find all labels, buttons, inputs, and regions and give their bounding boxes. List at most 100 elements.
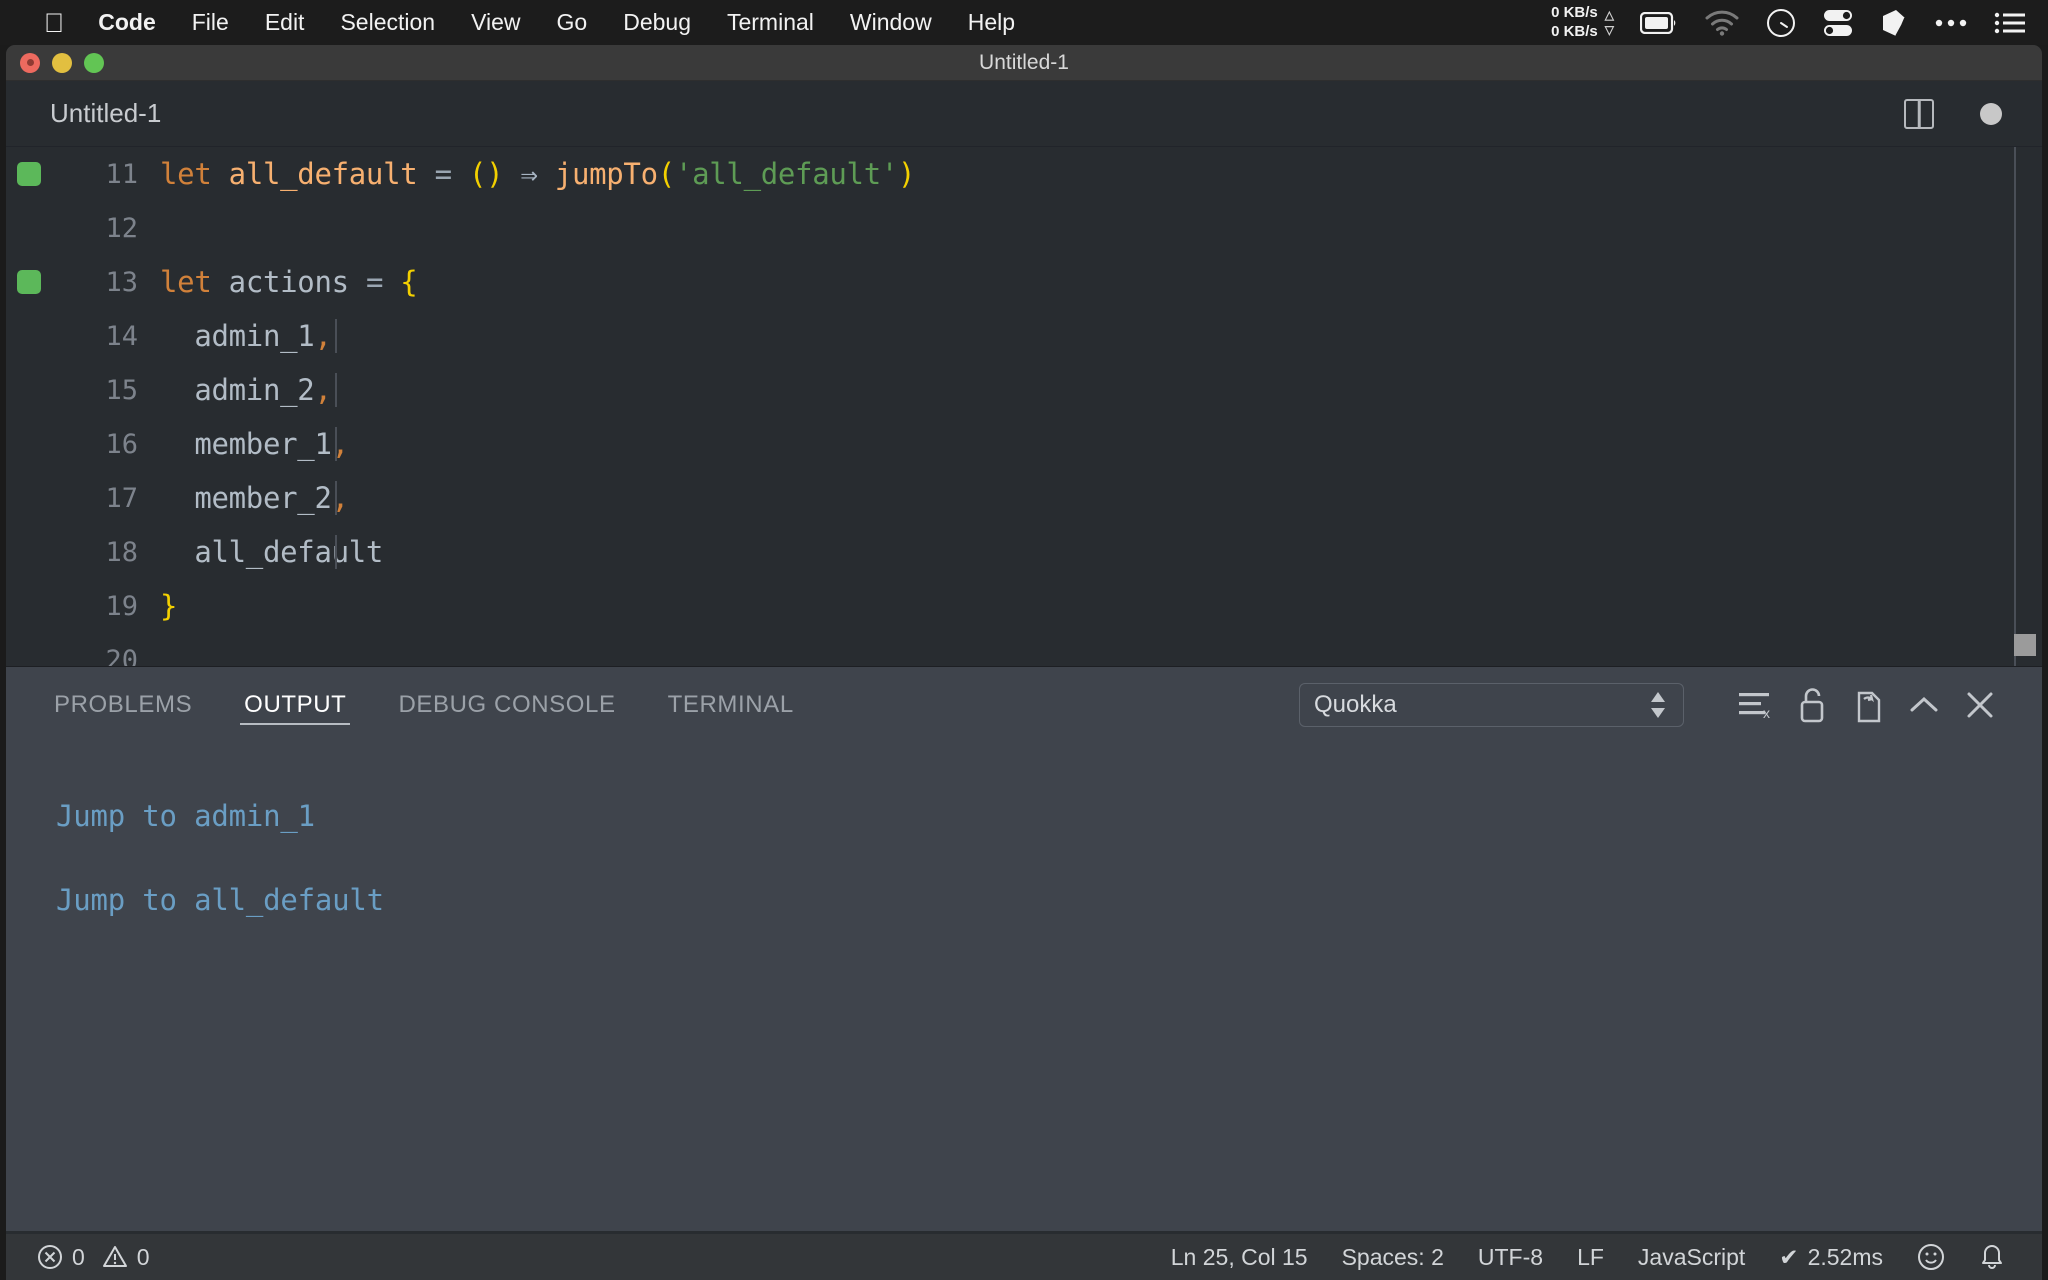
menu-item-edit[interactable]: Edit	[247, 0, 323, 45]
line-number: 17	[105, 482, 138, 514]
code-token: member_1	[194, 427, 332, 461]
menu-item-go[interactable]: Go	[539, 0, 606, 45]
output-panel-content[interactable]: Jump to admin_1 Jump to all_default	[6, 743, 2042, 1231]
close-panel-icon[interactable]	[1952, 677, 2008, 733]
line-number: 12	[105, 212, 138, 244]
menu-item-view[interactable]: View	[453, 0, 538, 45]
code-line[interactable]: 12	[6, 201, 2042, 255]
code-token: all_default	[228, 157, 418, 191]
line-number: 11	[105, 158, 138, 190]
indentation-setting[interactable]: Spaces: 2	[1325, 1244, 1461, 1271]
line-number: 13	[105, 266, 138, 298]
panel-tab-debug-console[interactable]: DEBUG CONSOLE	[394, 667, 619, 743]
error-circle-icon	[38, 1245, 62, 1269]
line-number: 16	[105, 428, 138, 460]
code-token: ,	[314, 319, 332, 353]
code-text: }	[160, 589, 2042, 623]
coverage-gutter[interactable]	[6, 162, 52, 186]
code-token: 'all_default'	[674, 157, 899, 191]
code-line[interactable]: 20	[6, 633, 2042, 667]
code-text: member_1,	[160, 427, 2042, 461]
clear-output-icon[interactable]: x	[1728, 677, 1784, 733]
unlock-scroll-icon[interactable]	[1784, 677, 1840, 733]
shape-icon[interactable]	[1880, 8, 1908, 38]
language-mode[interactable]: JavaScript	[1621, 1244, 1762, 1271]
select-spinner-icon	[1649, 690, 1667, 720]
feedback-smiley-icon[interactable]	[1900, 1243, 1962, 1271]
editor-tab-untitled-1[interactable]: Untitled-1	[6, 81, 188, 146]
unsaved-dot-icon[interactable]	[1980, 102, 2002, 125]
output-channel-select[interactable]: Quokka	[1299, 683, 1684, 727]
download-triangle-icon: ▽	[1604, 22, 1614, 37]
battery-icon[interactable]	[1640, 11, 1678, 34]
code-line[interactable]: 16 member_1,	[6, 417, 2042, 471]
apple-logo-icon[interactable]: 	[28, 3, 80, 43]
line-number: 15	[105, 374, 138, 406]
menu-item-window[interactable]: Window	[832, 0, 950, 45]
maximize-panel-icon[interactable]	[1896, 677, 1952, 733]
wifi-icon[interactable]	[1704, 10, 1740, 36]
editor-tab-actions	[1904, 98, 2042, 129]
eol-setting[interactable]: LF	[1560, 1244, 1621, 1271]
bottom-panel: PROBLEMS OUTPUT DEBUG CONSOLE TERMINAL Quok…	[6, 666, 2042, 1231]
output-channel-value: Quokka	[1314, 691, 1397, 718]
cursor-position[interactable]: Ln 25, Col 15	[1154, 1244, 1325, 1271]
code-editor[interactable]: 11 let all_default = () ⇒ jumpTo('all_def…	[6, 147, 2042, 666]
code-line[interactable]: 15 admin_2,	[6, 363, 2042, 417]
menu-item-file[interactable]: File	[174, 0, 247, 45]
ellipsis-icon[interactable]	[1934, 17, 1968, 29]
split-editor-icon[interactable]	[1904, 98, 1934, 129]
code-token: )	[486, 157, 504, 191]
menu-item-debug[interactable]: Debug	[605, 0, 709, 45]
menu-item-selection[interactable]: Selection	[322, 0, 453, 45]
editor-tab-label: Untitled-1	[50, 98, 162, 128]
coverage-gutter[interactable]	[6, 270, 52, 294]
editor-scrollbar-thumb[interactable]	[2014, 634, 2036, 656]
panel-tab-output[interactable]: OUTPUT	[240, 667, 351, 743]
code-line[interactable]: 13 let actions = {	[6, 255, 2042, 309]
network-download-rate: 0 KB/s	[1551, 22, 1598, 40]
problems-status[interactable]: 0 0	[20, 1244, 167, 1271]
code-line[interactable]: 18 all_default	[6, 525, 2042, 579]
open-in-editor-icon[interactable]	[1840, 677, 1896, 733]
toggles-icon[interactable]	[1822, 8, 1854, 38]
code-line[interactable]: 14 admin_1,	[6, 309, 2042, 363]
code-token: admin_1	[194, 319, 315, 353]
menu-bar-status-items: 0 KB/s 0 KB/s △ ▽	[1551, 4, 2048, 42]
list-icon[interactable]	[1994, 11, 2026, 35]
speedometer-icon[interactable]	[1766, 8, 1796, 38]
output-line: Jump to admin_1	[56, 799, 315, 833]
panel-tab-terminal[interactable]: TERMINAL	[664, 667, 798, 743]
code-text: let all_default = () ⇒ jumpTo('all_defau…	[160, 157, 2042, 191]
menu-item-code[interactable]: Code	[80, 0, 174, 45]
code-token: (	[657, 157, 675, 191]
menu-item-terminal[interactable]: Terminal	[709, 0, 832, 45]
code-token: let	[160, 157, 212, 191]
quokka-run-time: 2.52ms	[1807, 1243, 1883, 1270]
upload-triangle-icon: △	[1604, 7, 1614, 22]
coverage-indicator-icon	[17, 162, 41, 186]
panel-header-right: Quokka x	[1299, 677, 2008, 733]
menu-item-help[interactable]: Help	[950, 0, 1033, 45]
quokka-status[interactable]: ✔ 2.52ms	[1762, 1244, 1900, 1271]
code-text: all_default	[160, 535, 2042, 569]
code-token: }	[160, 589, 178, 623]
code-line[interactable]: 11 let all_default = () ⇒ jumpTo('all_def…	[6, 147, 2042, 201]
indent-guide	[335, 373, 337, 407]
notifications-bell-icon[interactable]	[1962, 1243, 2022, 1271]
code-line[interactable]: 19}	[6, 579, 2042, 633]
network-upload-rate: 0 KB/s	[1551, 3, 1598, 21]
encoding-setting[interactable]: UTF-8	[1461, 1244, 1560, 1271]
code-line[interactable]: 17 member_2,	[6, 471, 2042, 525]
panel-tab-problems[interactable]: PROBLEMS	[50, 667, 196, 743]
code-text: let actions = {	[160, 265, 2042, 299]
quokka-check-icon: ✔	[1779, 1243, 1799, 1270]
coverage-indicator-icon	[17, 270, 41, 294]
network-speed-indicator[interactable]: 0 KB/s 0 KB/s △ ▽	[1551, 4, 1614, 42]
editor-scrollbar[interactable]	[2014, 147, 2042, 666]
